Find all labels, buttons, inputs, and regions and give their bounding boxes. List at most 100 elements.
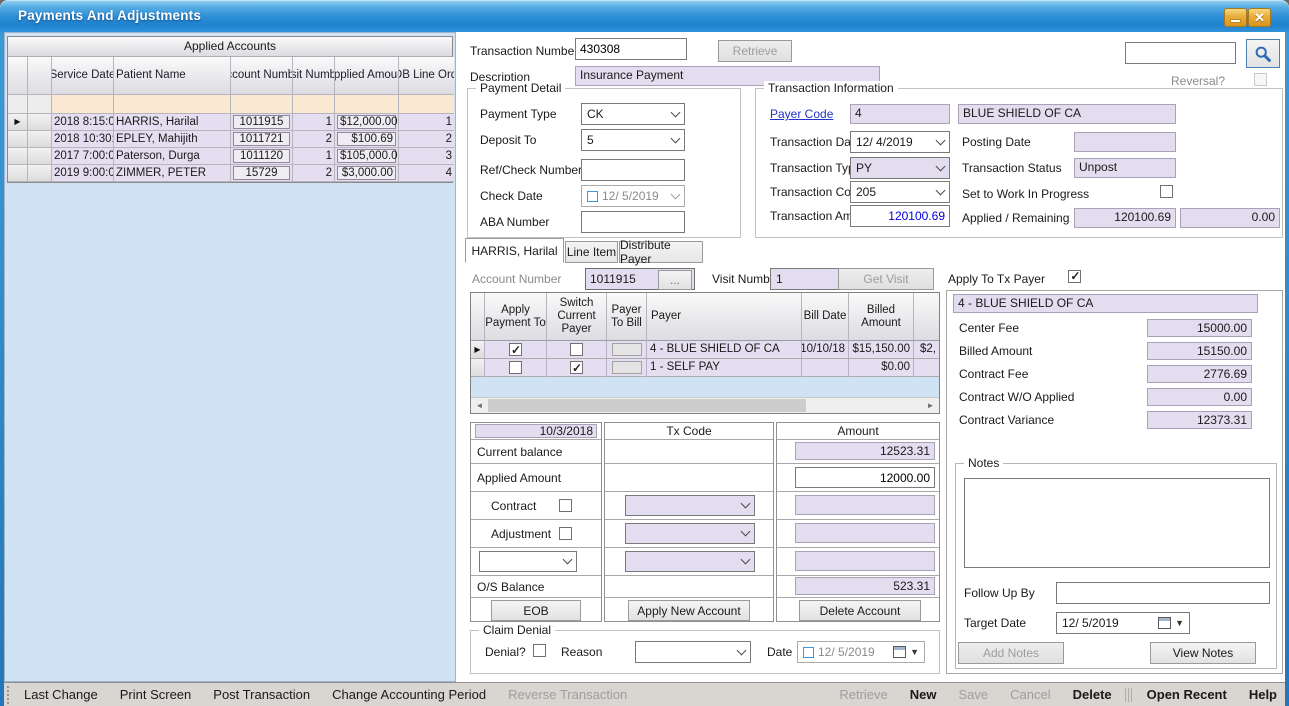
- scroll-left-icon[interactable]: ◄: [471, 398, 488, 413]
- delete-button[interactable]: Delete: [1062, 687, 1123, 702]
- column-header-eob-line-order[interactable]: EOB Line Order: [399, 57, 454, 95]
- account-number-cell: 1011721: [233, 132, 290, 146]
- save-button[interactable]: Save: [948, 687, 1000, 702]
- adjustment-amount-input[interactable]: [795, 523, 935, 543]
- search-input[interactable]: [1125, 42, 1236, 64]
- contract-txcode-select[interactable]: [625, 495, 755, 516]
- print-screen-button[interactable]: Print Screen: [109, 687, 203, 702]
- payer-row[interactable]: 1 - SELF PAY $0.00: [471, 359, 939, 377]
- column-header-switch-current-payer[interactable]: Switch Current Payer: [547, 293, 607, 341]
- scroll-right-icon[interactable]: ►: [922, 398, 939, 413]
- close-button[interactable]: ✕: [1248, 8, 1271, 27]
- account-lookup-button[interactable]: ...: [658, 270, 692, 290]
- chevron-down-icon: [741, 499, 751, 509]
- blank-column-header: [28, 57, 52, 95]
- column-header-billed-amount[interactable]: Billed Amount: [849, 293, 914, 341]
- chevron-down-icon: [671, 107, 681, 117]
- check-date-checkbox[interactable]: [587, 191, 598, 202]
- check-date-picker[interactable]: 12/ 5/2019: [581, 185, 685, 207]
- contract-checkbox[interactable]: [559, 499, 572, 512]
- add-notes-button[interactable]: Add Notes: [958, 642, 1064, 664]
- tab-line-item[interactable]: Line Item: [565, 241, 618, 263]
- help-button[interactable]: Help: [1238, 687, 1285, 702]
- cancel-button[interactable]: Cancel: [999, 687, 1061, 702]
- contract-amount-input[interactable]: [795, 495, 935, 515]
- tx-code-header: Tx Code: [605, 423, 773, 440]
- minimize-button[interactable]: [1224, 8, 1247, 27]
- column-header-account-number[interactable]: Account Number: [231, 57, 293, 95]
- ref-check-number-input[interactable]: [581, 159, 685, 181]
- retrieve-transaction-button[interactable]: Retrieve: [718, 40, 792, 62]
- column-header-payer[interactable]: Payer: [647, 293, 802, 341]
- apply-payment-checkbox[interactable]: [509, 343, 522, 356]
- get-visit-button[interactable]: Get Visit: [838, 268, 934, 290]
- payer-grid-header: Apply Payment To Switch Current Payer Pa…: [471, 293, 939, 341]
- column-header-visit-number[interactable]: Visit Number: [293, 57, 335, 95]
- tab-harris-harilal[interactable]: HARRIS, Harilal: [465, 238, 564, 263]
- open-recent-button[interactable]: Open Recent: [1136, 687, 1238, 702]
- table-row[interactable]: 2019 9:00:0 ZIMMER, PETER 15729 2 $3,000…: [8, 165, 452, 182]
- table-row[interactable]: 2018 10:30:0 EPLEY, Mahijith 1011721 2 $…: [8, 131, 452, 148]
- payer-code-link[interactable]: Payer Code: [770, 107, 833, 121]
- reverse-transaction-button[interactable]: Reverse Transaction: [497, 687, 638, 702]
- row-selector-icon: ▶: [14, 114, 20, 130]
- retrieve-button[interactable]: Retrieve: [828, 687, 898, 702]
- column-header-patient-name[interactable]: Patient Name: [114, 57, 231, 95]
- adjustment-checkbox[interactable]: [559, 527, 572, 540]
- change-accounting-period-button[interactable]: Change Accounting Period: [321, 687, 497, 702]
- post-transaction-button[interactable]: Post Transaction: [202, 687, 321, 702]
- follow-up-by-input[interactable]: [1056, 582, 1270, 604]
- payer-summary-panel: 4 - BLUE SHIELD OF CA Center Fee 15000.0…: [946, 290, 1283, 674]
- transaction-type-select[interactable]: PY: [850, 157, 950, 179]
- switch-payer-checkbox[interactable]: [570, 343, 583, 356]
- search-button[interactable]: [1246, 39, 1280, 68]
- denial-date-picker[interactable]: 12/ 5/2019 ▼: [797, 641, 925, 663]
- view-notes-button[interactable]: View Notes: [1150, 642, 1256, 664]
- chevron-down-icon: [936, 161, 946, 171]
- target-date-picker[interactable]: 12/ 5/2019 ▼: [1056, 612, 1190, 634]
- last-change-button[interactable]: Last Change: [13, 687, 109, 702]
- amount-table-amount-column: Amount 12523.31 523.31 Delete Account: [776, 422, 940, 622]
- filter-row[interactable]: [8, 95, 452, 114]
- aba-number-input[interactable]: [581, 211, 685, 233]
- reversal-checkbox[interactable]: [1254, 73, 1267, 86]
- extra-txcode-select[interactable]: [625, 551, 755, 572]
- notes-textarea[interactable]: [964, 478, 1270, 568]
- adjustment-txcode-select[interactable]: [625, 523, 755, 544]
- payer-row[interactable]: ▶ 4 - BLUE SHIELD OF CA 10/10/18 $15,150…: [471, 341, 939, 359]
- tab-distribute-payer[interactable]: Distribute Payer: [619, 241, 703, 263]
- deposit-to-select[interactable]: 5: [581, 129, 685, 151]
- table-row[interactable]: ▶ 2018 8:15:0 HARRIS, Harilal 1011915 1 …: [8, 114, 452, 131]
- switch-payer-checkbox[interactable]: [570, 361, 583, 374]
- transaction-amount-input[interactable]: [850, 205, 950, 227]
- apply-new-account-button[interactable]: Apply New Account: [628, 600, 750, 621]
- column-header-apply-payment-to[interactable]: Apply Payment To: [485, 293, 547, 341]
- payment-type-select[interactable]: CK: [581, 103, 685, 125]
- transaction-code-select[interactable]: 205: [850, 181, 950, 203]
- column-header-bill-date[interactable]: Bill Date: [802, 293, 849, 341]
- scrollbar-thumb[interactable]: [488, 399, 806, 412]
- delete-account-button[interactable]: Delete Account: [799, 600, 921, 621]
- column-header-payer-to-bill[interactable]: Payer To Bill: [607, 293, 647, 341]
- posting-date-field: [1074, 132, 1176, 152]
- status-bar-separator: [1125, 688, 1134, 702]
- work-in-progress-checkbox[interactable]: [1160, 185, 1173, 198]
- new-button[interactable]: New: [899, 687, 948, 702]
- denial-date-checkbox[interactable]: [803, 647, 814, 658]
- column-header-applied-amount[interactable]: Applied Amount: [335, 57, 399, 95]
- horizontal-scrollbar[interactable]: ◄ ►: [471, 397, 939, 413]
- eob-button[interactable]: EOB: [491, 600, 581, 621]
- window-title: Payments And Adjustments: [18, 8, 201, 23]
- extra-type-select[interactable]: [479, 551, 577, 572]
- table-row[interactable]: 2017 7:00:0 Paterson, Durga 1011120 1 $1…: [8, 148, 452, 165]
- column-header-service-date[interactable]: Service Date: [52, 57, 114, 95]
- apply-to-tx-payer-checkbox[interactable]: [1068, 270, 1081, 283]
- applied-amount-input[interactable]: [795, 467, 935, 488]
- transaction-number-input[interactable]: [575, 38, 687, 60]
- apply-payment-checkbox[interactable]: [509, 361, 522, 374]
- extra-amount-input[interactable]: [795, 551, 935, 571]
- denial-reason-select[interactable]: [635, 641, 751, 663]
- current-balance-value: 12523.31: [795, 442, 935, 460]
- transaction-date-select[interactable]: 12/ 4/2019: [850, 131, 950, 153]
- denial-checkbox[interactable]: [533, 644, 546, 657]
